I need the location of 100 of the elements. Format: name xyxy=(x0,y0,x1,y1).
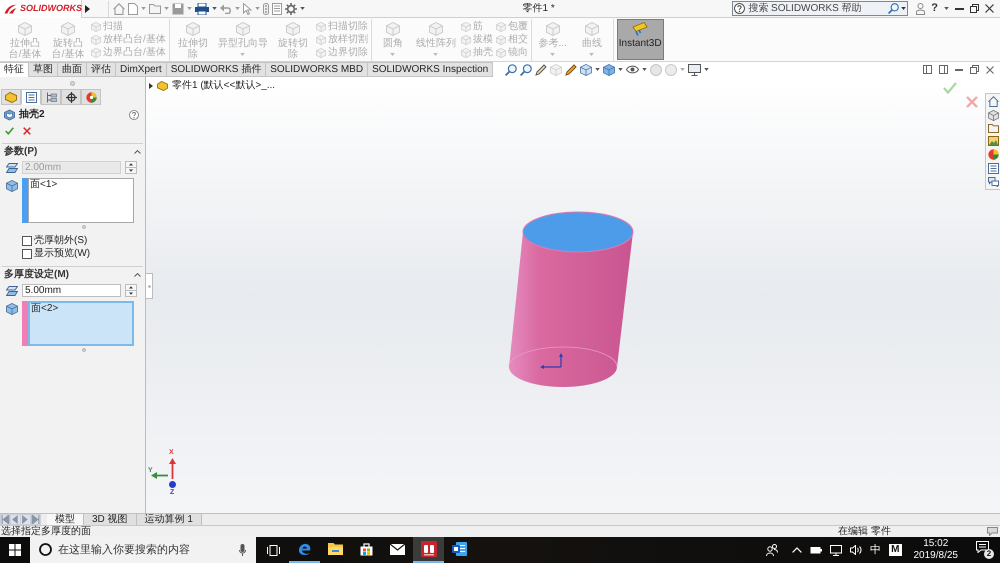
help-circle-icon[interactable] xyxy=(129,110,139,120)
command-tab[interactable]: SOLIDWORKS Inspection xyxy=(368,62,494,76)
expand-arrow-icon[interactable] xyxy=(85,4,90,12)
thickness-field[interactable]: 5.00mm xyxy=(22,284,121,297)
monitor-icon[interactable] xyxy=(688,64,702,76)
list-icon[interactable] xyxy=(988,163,998,174)
caret-icon[interactable] xyxy=(595,68,600,71)
taskbar-button[interactable] xyxy=(413,537,444,563)
network-icon[interactable] xyxy=(830,544,842,556)
command-tab[interactable]: DimXpert xyxy=(116,62,167,76)
command-tab[interactable]: SOLIDWORKS MBD xyxy=(266,62,368,76)
section-title[interactable]: 参数(P) xyxy=(4,147,38,157)
search-field[interactable]: 搜索 SOLIDWORKS 帮助 xyxy=(732,1,908,16)
ribbon-button[interactable]: Instant3D xyxy=(616,19,664,60)
cube-icon xyxy=(316,48,326,58)
bubble-icon[interactable] xyxy=(987,527,998,536)
resize-grip-icon[interactable] xyxy=(82,348,86,352)
user-icon[interactable] xyxy=(916,2,926,14)
folder-icon[interactable] xyxy=(149,4,161,14)
input-method-indicator[interactable]: 中 xyxy=(870,544,882,556)
list-item[interactable]: 面<2> xyxy=(30,303,60,315)
search-icon[interactable] xyxy=(888,3,900,14)
home-icon[interactable] xyxy=(113,2,125,14)
minimize-icon[interactable] xyxy=(955,8,964,10)
zoom-fit-icon[interactable] xyxy=(505,64,518,76)
caret-icon[interactable] xyxy=(704,68,710,71)
checkbox[interactable] xyxy=(22,236,32,246)
cursor-icon[interactable] xyxy=(243,2,252,14)
command-tab[interactable]: 曲面 xyxy=(58,62,87,76)
caret-icon[interactable] xyxy=(944,7,949,10)
spinner-icon[interactable] xyxy=(125,284,137,297)
check-icon[interactable] xyxy=(943,82,957,94)
zoom-area-icon[interactable] xyxy=(520,64,532,76)
clock-time[interactable]: 15:02 xyxy=(923,539,948,549)
color-wheel-icon[interactable] xyxy=(988,149,998,160)
minimize-icon[interactable] xyxy=(955,68,963,70)
tile-right-icon[interactable] xyxy=(939,65,948,74)
panel-handle[interactable] xyxy=(146,273,153,299)
cube-icon[interactable] xyxy=(603,64,616,76)
caret-icon[interactable] xyxy=(901,7,906,10)
selection-list[interactable]: 面<1> xyxy=(28,178,134,223)
eye-icon[interactable] xyxy=(626,65,640,74)
clock-date[interactable]: 2019/8/25 xyxy=(914,551,958,561)
cube-icon xyxy=(428,22,443,36)
caret-icon[interactable] xyxy=(642,68,648,71)
settings-icon[interactable] xyxy=(285,2,297,14)
checkbox[interactable] xyxy=(22,248,32,258)
document-list-icon[interactable] xyxy=(272,2,282,14)
spinner-icon[interactable] xyxy=(125,161,137,174)
new-file-icon[interactable] xyxy=(128,2,138,14)
cube-icon xyxy=(316,22,326,32)
bottom-tab[interactable]: 运动算例 1 xyxy=(136,514,202,525)
home-icon[interactable] xyxy=(988,96,998,107)
command-tab[interactable]: SOLIDWORKS 插件 xyxy=(166,62,266,76)
chevron-up-icon[interactable] xyxy=(134,273,141,277)
chevron-up-icon[interactable] xyxy=(134,150,141,154)
panel-tab[interactable] xyxy=(61,89,81,105)
caret-icon[interactable] xyxy=(618,68,624,71)
section-title[interactable]: 多厚度设定(M) xyxy=(4,270,69,280)
tree-item[interactable]: 零件1 (默认<<默认>_... xyxy=(172,81,276,91)
swoosh-logo-icon xyxy=(4,4,17,14)
panel-tab[interactable] xyxy=(21,89,41,105)
image-icon[interactable] xyxy=(988,136,998,146)
bottom-tab[interactable]: 3D 视图 xyxy=(84,514,137,525)
chat-bubbles-icon[interactable] xyxy=(988,177,998,187)
panel-tab[interactable] xyxy=(41,89,61,105)
caret-icon[interactable] xyxy=(212,7,217,10)
traffic-light-icon[interactable] xyxy=(263,2,269,14)
volume-icon[interactable] xyxy=(850,545,862,555)
ime-mode-button[interactable]: M xyxy=(889,544,902,556)
cube-icon[interactable] xyxy=(988,110,998,121)
battery-icon[interactable] xyxy=(810,546,822,554)
people-icon[interactable] xyxy=(766,544,778,556)
notification-icon[interactable] xyxy=(976,541,989,553)
restore-icon[interactable] xyxy=(970,4,979,13)
command-tab[interactable]: 特征 xyxy=(0,62,29,77)
resize-grip-icon[interactable] xyxy=(82,224,86,228)
microphone-icon[interactable] xyxy=(239,544,246,556)
folder-icon[interactable] xyxy=(988,124,998,133)
expand-arrow-icon[interactable] xyxy=(149,83,153,89)
layers-icon xyxy=(6,286,18,296)
command-tab[interactable]: 评估 xyxy=(87,62,116,76)
help-button[interactable]: ? xyxy=(931,3,938,14)
command-tab[interactable]: 草图 xyxy=(29,62,58,76)
envelope-icon xyxy=(390,544,405,554)
close-icon[interactable] xyxy=(986,66,994,74)
grip-dot-icon[interactable] xyxy=(70,80,75,86)
printer-icon[interactable] xyxy=(195,2,209,14)
logo-button[interactable]: SOLIDWORKS xyxy=(0,0,82,18)
restore-icon[interactable] xyxy=(970,65,979,74)
caret-icon[interactable] xyxy=(300,7,305,10)
close-icon[interactable] xyxy=(985,4,994,13)
selection-list[interactable]: 面<2> xyxy=(28,301,134,346)
cube-icon[interactable] xyxy=(580,64,592,76)
tile-left-icon[interactable] xyxy=(923,65,932,74)
check-icon[interactable] xyxy=(5,127,14,135)
save-icon[interactable] xyxy=(172,2,184,14)
search-field[interactable]: 在这里输入你要搜索的内容 xyxy=(30,537,256,563)
list-item[interactable]: 面<1> xyxy=(29,179,58,191)
bottom-tab[interactable]: 模型 xyxy=(47,514,84,525)
